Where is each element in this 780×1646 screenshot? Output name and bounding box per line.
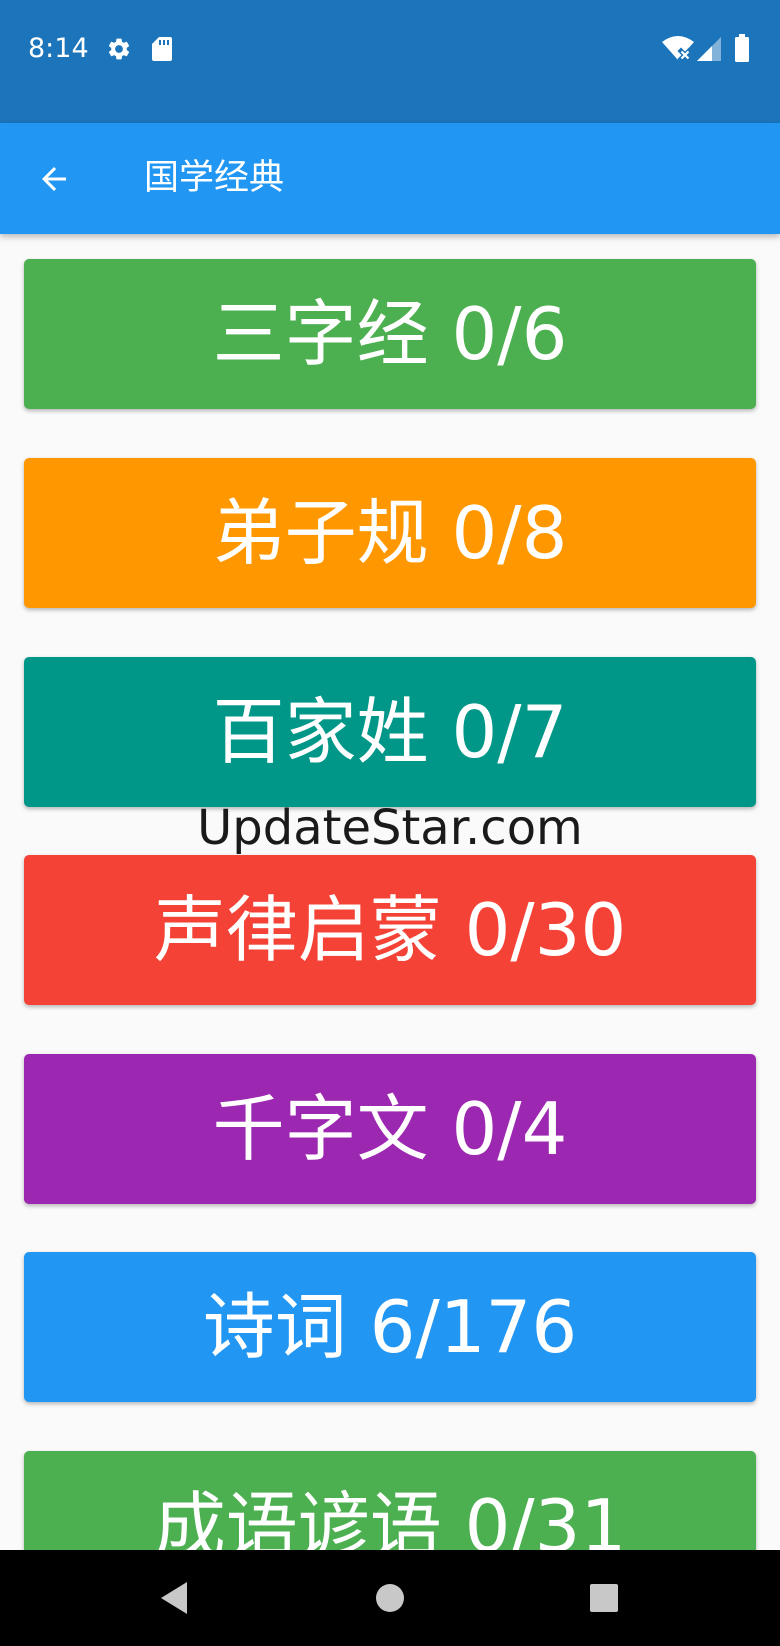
card-sanzijing[interactable]: 三字经 0/6: [24, 259, 756, 409]
nav-home-button[interactable]: [366, 1574, 414, 1622]
watermark-text: UpdateStar.com: [197, 800, 583, 856]
card-dizigui[interactable]: 弟子规 0/8: [24, 458, 756, 608]
signal-icon: [697, 37, 721, 61]
back-button[interactable]: [24, 149, 84, 209]
nav-back-icon: [161, 1582, 187, 1614]
arrow-left-icon: [42, 167, 66, 191]
status-bar: 8:14: [0, 0, 780, 123]
app-bar: 国学经典: [0, 123, 780, 234]
page-title: 国学经典: [144, 158, 285, 198]
nav-back-button[interactable]: [150, 1574, 198, 1622]
card-chengyu-yanyu[interactable]: 成语谚语 0/31: [24, 1451, 756, 1550]
navigation-bar: [0, 1550, 780, 1646]
card-baijiaxing[interactable]: 百家姓 0/7: [24, 657, 756, 807]
card-shenglvqimeng[interactable]: 声律启蒙 0/30: [24, 855, 756, 1005]
battery-icon: [735, 34, 749, 62]
card-list[interactable]: 三字经 0/6 弟子规 0/8 百家姓 0/7 声律启蒙 0/30 千字文 0/…: [0, 234, 780, 1550]
card-shici[interactable]: 诗词 6/176: [24, 1252, 756, 1402]
card-qianziwen[interactable]: 千字文 0/4: [24, 1054, 756, 1204]
settings-icon: [108, 38, 130, 60]
nav-recents-icon: [590, 1584, 618, 1612]
nav-recents-button[interactable]: [580, 1574, 628, 1622]
nav-home-icon: [376, 1584, 404, 1612]
sd-card-icon: [152, 37, 172, 61]
status-time: 8:14: [28, 33, 89, 64]
wifi-off-icon: [662, 36, 694, 62]
